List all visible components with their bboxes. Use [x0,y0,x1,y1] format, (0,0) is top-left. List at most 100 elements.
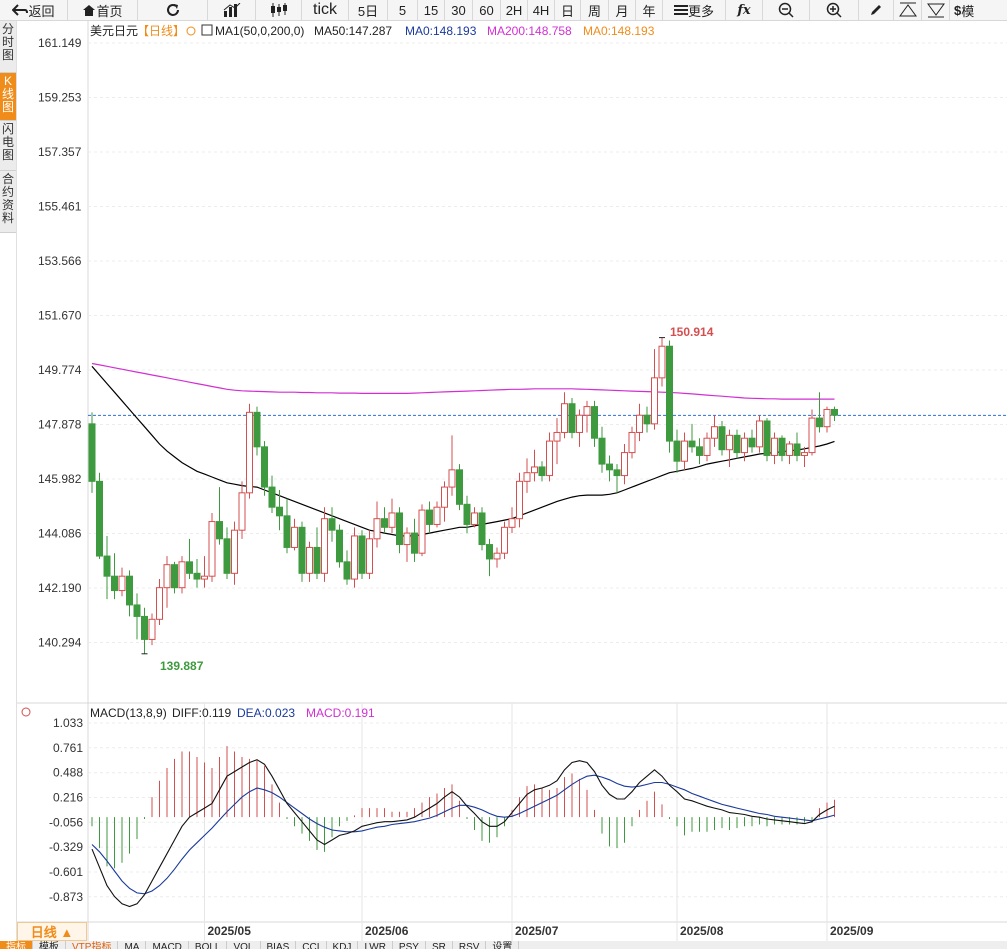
ma-params: MA1(50,0,200,0) [215,24,304,38]
candle-body [261,446,268,488]
candle-body [741,437,748,454]
indicator-tab[interactable]: RSV [453,941,487,949]
candle-body [688,440,696,448]
indicator-tab[interactable]: VTP指标 [66,941,119,949]
indicator-tab[interactable]: 模板 [33,941,66,949]
candle-body [463,503,471,525]
ma200-line [91,362,835,400]
indicator-tab[interactable]: SR [426,941,453,949]
candle-body [343,561,351,580]
indicator-tab[interactable]: CCI [296,941,327,949]
candle-body [223,538,231,574]
indicator-tab[interactable]: MACD [146,941,189,949]
candle-body [516,480,523,520]
candle-body [156,587,163,620]
max-price-label: 150.914 [670,325,714,339]
indicator-tabs: 指标 模板 VTP指标 MA MACD BOLL VOL BIAS CCI KDJ LWR PSY SR… [0,941,1007,949]
chart-canvas[interactable]: 161.149 159.253 157.357 155.461 153.566 151.6… [0,0,1007,949]
price-tick-label: 161.149 [38,36,82,50]
candle-body [88,423,96,482]
settings-icon[interactable] [186,26,196,36]
indicator-tab[interactable]: BOLL [189,941,228,949]
candle-body [561,403,568,433]
date-tick-label: 2025/08 [680,924,724,938]
macd-tick-label: -0.601 [49,865,83,879]
ma50-value: MA50:147.287 [314,24,392,38]
candle-body [381,518,388,528]
candle-body [456,469,463,505]
candle-body [763,420,771,456]
candle-body [651,377,658,425]
indicator-tab[interactable]: KDJ [327,941,359,949]
price-tick-label: 147.878 [38,417,82,431]
candle-body [238,492,246,531]
price-tick-label: 153.566 [38,254,82,268]
price-tick-label: 155.461 [38,200,82,214]
candle-body [508,518,516,528]
dea-line [91,774,835,895]
candle-body [141,615,148,640]
macd-params: MACD(13,8,9) [90,706,167,720]
candle-body [681,440,688,462]
indicator-tab[interactable]: MA [118,941,147,949]
ma0-value: MA0:148.193 [405,24,477,38]
candle-body [606,463,613,471]
candle-body [253,411,261,448]
candle-body [321,518,328,574]
candle-body [703,437,711,456]
symbol-title: 美元日元 [90,24,138,38]
candle-body [313,546,321,574]
min-price-label: 139.887 [160,659,204,673]
candle-body [553,431,561,442]
macd-tick-label: -0.873 [49,890,83,904]
indicator-tab[interactable]: LWR [358,941,393,949]
candle-body [531,466,538,474]
macd-dea: DEA:0.023 [237,706,295,720]
candle-body [711,426,718,439]
period-tag: 【日线】 [137,24,185,38]
indicator-tab[interactable]: PSY [393,941,426,949]
candle-body [823,408,831,428]
candle-body [786,443,793,456]
macd-tick-label: -0.329 [49,840,83,854]
macd-diff: DIFF:0.119 [172,706,231,720]
candle-body [411,532,418,554]
macd-tick-label: -0.056 [49,815,83,829]
candle-body [598,437,606,465]
indicator-tab[interactable]: 设置 [486,941,520,949]
candle-body [306,546,313,574]
candle-body [171,564,178,589]
diff-line [91,759,835,908]
candle-body [726,434,733,451]
candle-body [793,443,801,456]
price-tick-label: 145.982 [38,472,82,486]
price-tick-label: 149.774 [38,363,82,377]
candle-body [291,526,298,548]
candle-body [493,552,501,560]
candle-body [118,575,126,592]
ma-toggle-icon[interactable] [201,24,213,36]
period-selector[interactable]: 日线 ▲ [17,922,87,941]
candle-body [568,403,576,433]
indicator-tab[interactable]: VOL [227,941,261,949]
candle-body [186,561,193,574]
ma0-orange-value: MA0:148.193 [583,24,655,38]
candle-body [613,469,621,477]
candle-body [831,408,838,416]
indicator-tab[interactable]: BIAS [261,941,297,949]
price-tick-label: 157.357 [38,145,82,159]
candle-body [426,509,433,525]
date-tick-label: 2025/06 [365,924,409,938]
candle-body [733,434,741,454]
candle-body [231,529,238,574]
candle-body [808,417,816,454]
candle-body [373,518,381,540]
indicator-tab[interactable]: 指标 [0,941,33,949]
macd-settings-icon[interactable] [21,707,31,717]
candle-body [111,575,118,592]
candle-body [201,575,208,580]
candle-body [133,604,141,617]
candle-body [388,512,396,528]
candle-body [433,506,441,525]
candle-body [216,521,223,540]
